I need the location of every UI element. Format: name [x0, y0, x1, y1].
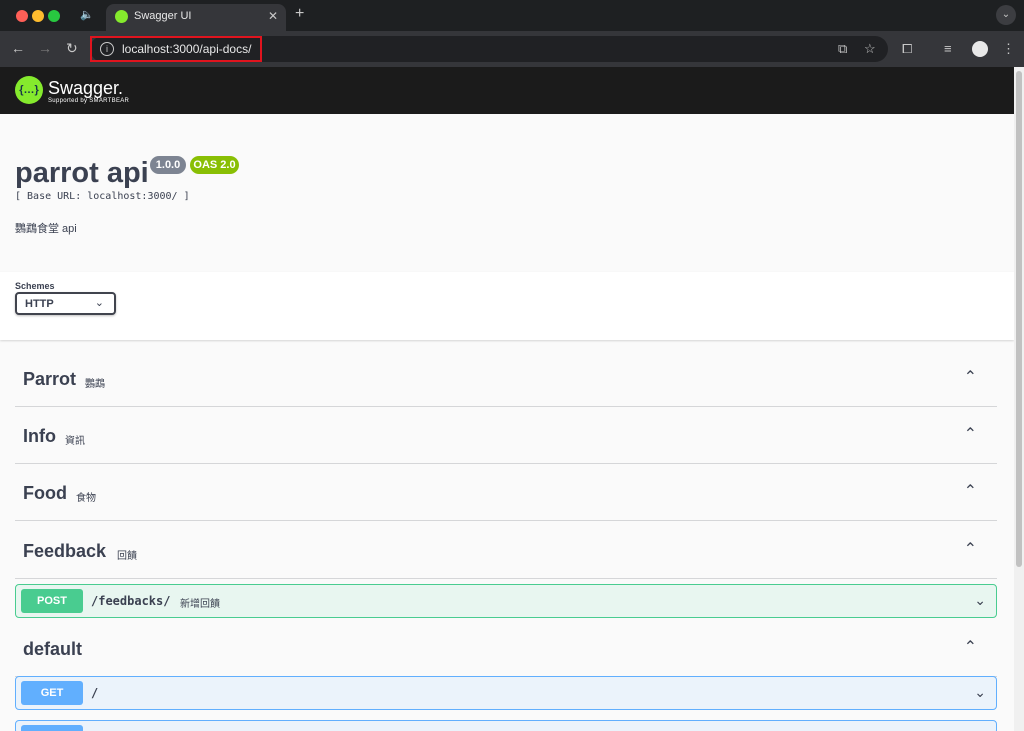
swagger-favicon-icon — [115, 10, 128, 23]
chevron-down-icon[interactable]: ⌄ — [974, 592, 986, 609]
tab-search-icon[interactable]: ⌄ — [996, 5, 1016, 25]
tag-name: Food — [23, 483, 67, 503]
method-badge-get: GET — [21, 681, 83, 705]
url-highlight-box — [90, 36, 262, 62]
profile-avatar[interactable] — [972, 41, 988, 57]
chevron-up-icon[interactable]: ⌃ — [964, 481, 977, 501]
version-badge: 1.0.0 — [150, 156, 186, 174]
bookmark-star-icon[interactable]: ☆ — [864, 41, 876, 57]
base-url: [ Base URL: localhost:3000/ ] — [15, 191, 190, 202]
tag-description: 回饋 — [117, 551, 137, 562]
method-badge-post: POST — [21, 589, 83, 613]
browser-menu-icon[interactable]: ⋮ — [1002, 41, 1015, 57]
api-description: 鸚鵡食堂 api — [15, 223, 77, 235]
tag-section-feedback[interactable]: Feedback 回饋 ⌃ — [15, 522, 997, 579]
tag-section-info[interactable]: Info 資訊 ⌃ — [15, 407, 997, 464]
operation-post-feedbacks[interactable]: POST /feedbacks/ 新增回饋 ⌄ — [15, 584, 997, 618]
api-title: parrot api — [15, 157, 149, 189]
swagger-tagline: Supported by SMARTBEAR — [48, 98, 130, 104]
extensions-icon[interactable]: ⧠ — [902, 41, 912, 57]
browser-tab-bar: 🔈 Swagger UI ✕ + ⌄ — [0, 0, 1024, 31]
speaker-icon[interactable]: 🔈 — [80, 8, 94, 22]
tag-description: 食物 — [76, 493, 96, 504]
close-window-button[interactable] — [16, 10, 28, 22]
chevron-down-icon[interactable]: ⌄ — [974, 684, 986, 701]
swagger-logo-icon[interactable]: {…} — [15, 76, 43, 104]
page-viewport: {…} Swagger. Supported by SMARTBEAR parr… — [0, 67, 1014, 731]
tab-title: Swagger UI — [134, 10, 192, 22]
operation-summary: 新增回饋 — [180, 599, 220, 610]
schemes-container: Schemes HTTP ⌄ — [0, 272, 1014, 340]
tag-name: default — [23, 639, 83, 659]
chevron-up-icon[interactable]: ⌃ — [964, 424, 977, 444]
chevron-down-icon: ⌄ — [94, 297, 104, 309]
tag-name: Info — [23, 426, 56, 446]
new-tab-icon[interactable]: + — [295, 5, 304, 23]
chevron-up-icon[interactable]: ⌃ — [964, 539, 977, 559]
tag-description: 鸚鵡 — [85, 379, 105, 390]
tag-section-default[interactable]: default ⌃ — [15, 620, 997, 677]
operation-get-root[interactable]: GET / ⌄ — [15, 676, 997, 710]
api-info: parrot api 1.0.0 OAS 2.0 [ Base URL: loc… — [0, 114, 1014, 272]
schemes-label: Schemes — [15, 281, 55, 291]
schemes-selected-value: HTTP — [25, 298, 54, 310]
forward-icon[interactable]: → — [38, 40, 52, 56]
tag-name: Parrot — [23, 369, 77, 389]
swagger-topbar: {…} Swagger. Supported by SMARTBEAR — [0, 67, 1014, 114]
close-tab-icon[interactable]: ✕ — [268, 9, 278, 23]
tag-section-parrot[interactable]: Parrot 鸚鵡 ⌃ — [15, 350, 997, 407]
chevron-up-icon[interactable]: ⌃ — [964, 367, 977, 387]
browser-tab[interactable]: Swagger UI ✕ — [106, 4, 286, 31]
operation-path: /feedbacks/ — [91, 594, 171, 608]
back-icon[interactable]: ← — [11, 40, 25, 56]
schemes-select[interactable]: HTTP ⌄ — [15, 292, 116, 315]
media-control-icon[interactable]: ≡ — [944, 41, 952, 56]
page-scrollbar[interactable] — [1014, 67, 1024, 731]
scrollbar-thumb[interactable] — [1016, 71, 1022, 567]
operation-partial[interactable] — [15, 720, 997, 731]
tag-section-food[interactable]: Food 食物 ⌃ — [15, 464, 997, 521]
tag-description: 資訊 — [65, 436, 85, 447]
tag-name: Feedback — [23, 541, 107, 561]
minimize-window-button[interactable] — [32, 10, 44, 22]
swagger-brand-name: Swagger. — [48, 78, 124, 98]
oas-badge: OAS 2.0 — [190, 156, 239, 174]
translate-icon[interactable]: ⧉ — [838, 41, 847, 57]
method-badge-partial — [21, 725, 83, 731]
reload-icon[interactable]: ↻ — [66, 40, 78, 57]
chevron-up-icon[interactable]: ⌃ — [964, 637, 977, 657]
operation-path: / — [91, 686, 99, 700]
maximize-window-button[interactable] — [48, 10, 60, 22]
